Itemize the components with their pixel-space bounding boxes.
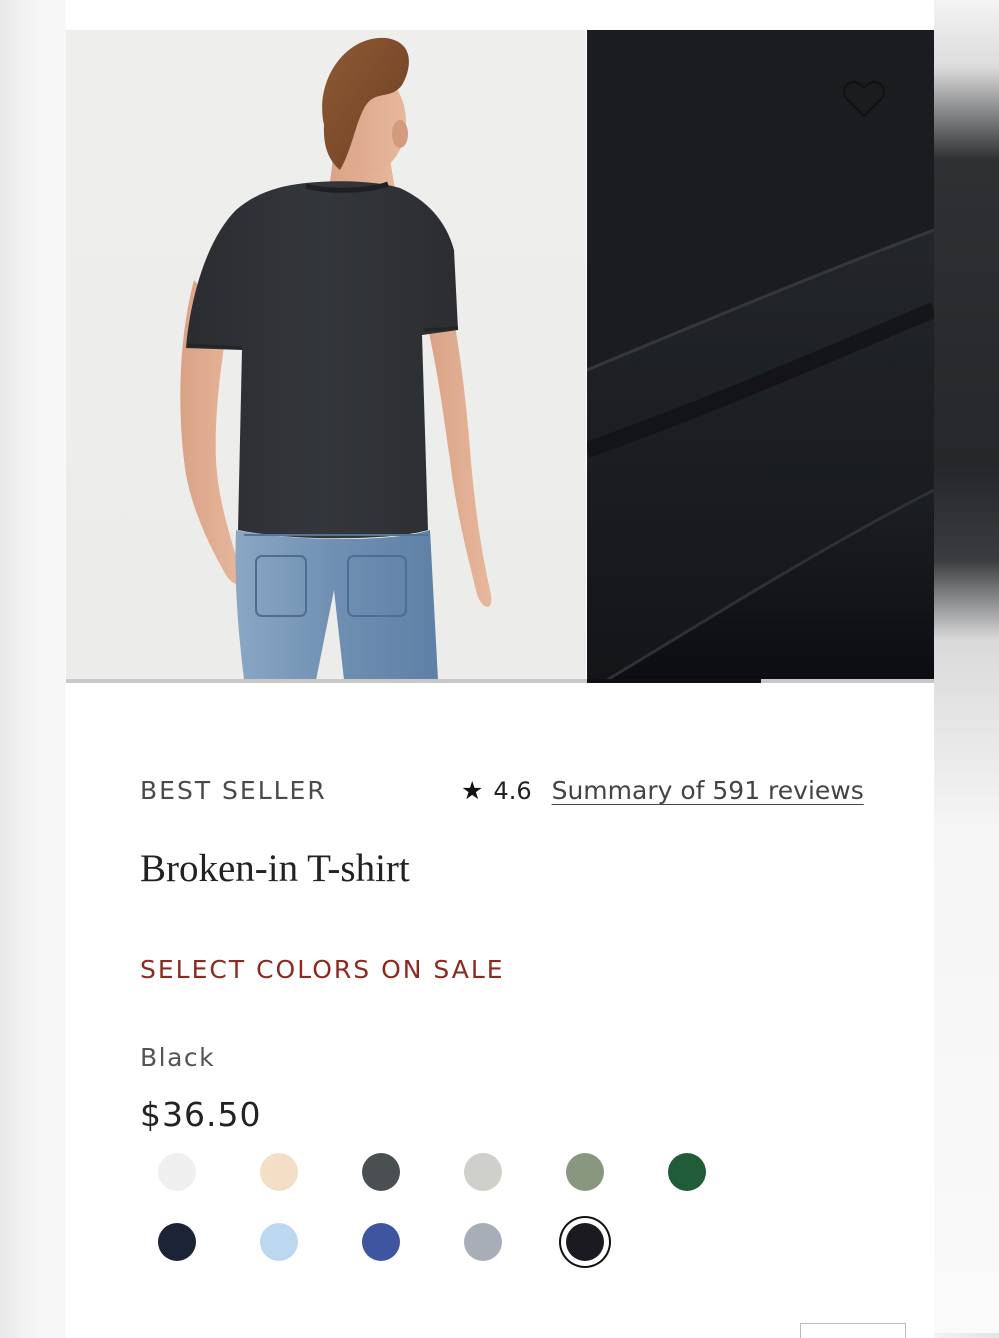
product-price: $36.50 [140, 1095, 262, 1134]
color-swatch-white[interactable] [158, 1153, 196, 1191]
gallery-progress-indicator [587, 679, 761, 683]
color-swatch-green[interactable] [668, 1153, 706, 1191]
gallery-progress-bar [66, 679, 934, 683]
color-swatch-cream[interactable] [260, 1153, 298, 1191]
wishlist-button[interactable] [841, 78, 887, 120]
fabric-closeup-image [587, 30, 934, 680]
color-swatch-heather-grey[interactable] [464, 1153, 502, 1191]
color-swatch-light-blue[interactable] [260, 1223, 298, 1261]
star-icon: ★ [461, 776, 484, 805]
color-swatch-sage[interactable] [566, 1153, 604, 1191]
partial-button[interactable] [800, 1323, 906, 1338]
best-seller-badge: BEST SELLER [140, 776, 327, 805]
rating-score: 4.6 [493, 776, 532, 805]
model-back-view-image [66, 30, 586, 680]
product-rating: ★ 4.6 Summary of 591 reviews [461, 776, 864, 805]
color-swatch-navy[interactable] [158, 1223, 196, 1261]
product-image-gallery[interactable] [66, 30, 934, 683]
color-swatch-black[interactable] [566, 1223, 604, 1261]
fabric-illustration [587, 30, 934, 680]
sale-notice: SELECT COLORS ON SALE [140, 955, 505, 984]
product-title: Broken-in T-shirt [140, 847, 410, 890]
color-swatch-grey-blue[interactable] [464, 1223, 502, 1261]
adjacent-panel-edge [934, 0, 999, 1333]
color-swatch-blue[interactable] [362, 1223, 400, 1261]
selected-color-name: Black [140, 1043, 216, 1072]
model-illustration [180, 37, 492, 680]
product-page: BEST SELLER ★ 4.6 Summary of 591 reviews… [66, 0, 934, 1338]
reviews-summary-link[interactable]: Summary of 591 reviews [552, 776, 864, 805]
heart-outline-icon [843, 80, 885, 118]
color-swatch-charcoal[interactable] [362, 1153, 400, 1191]
